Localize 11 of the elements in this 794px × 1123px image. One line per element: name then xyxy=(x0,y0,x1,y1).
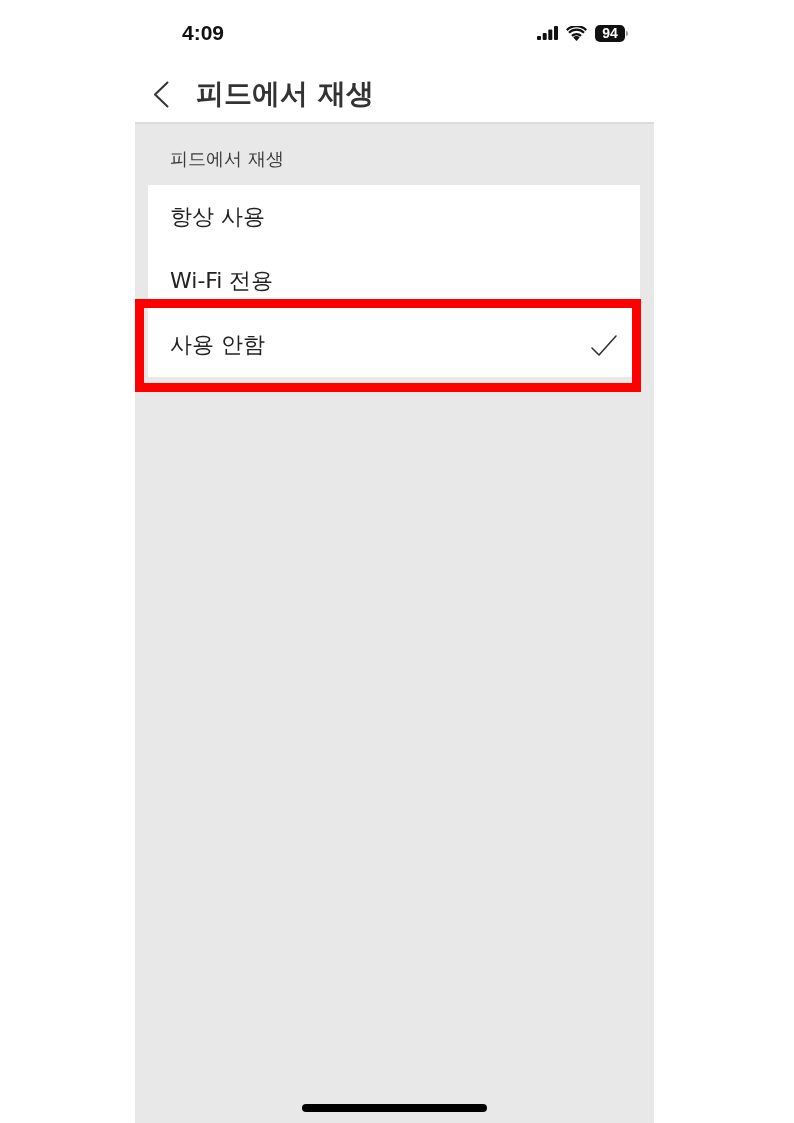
back-chevron-icon xyxy=(153,80,169,108)
back-button[interactable] xyxy=(153,80,169,108)
section-label: 피드에서 재생 xyxy=(170,148,284,170)
wifi-icon xyxy=(566,25,587,41)
signal-icon xyxy=(537,26,558,40)
option-label: 사용 안함 xyxy=(170,331,265,359)
option-label: Wi-Fi 전용 xyxy=(170,267,274,295)
option-label: 항상 사용 xyxy=(170,203,265,231)
status-time: 4:09 xyxy=(182,21,225,45)
battery-indicator: 94 xyxy=(595,24,625,42)
page-title: 피드에서 재생 xyxy=(196,76,374,112)
